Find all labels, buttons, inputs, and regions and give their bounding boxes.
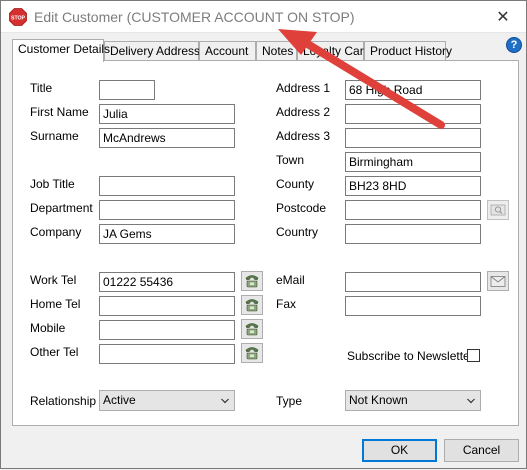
job-title-field[interactable] [99,176,235,196]
address2-label: Address 2 [276,105,331,119]
home-tel-dial-button[interactable] [241,295,263,315]
title-bar[interactable]: STOP Edit Customer (CUSTOMER ACCOUNT ON … [1,1,526,33]
first-name-label: First Name [30,105,89,119]
work-tel-label: Work Tel [30,273,77,287]
email-label: eMail [276,273,305,287]
tab-loyalty-cards[interactable]: Loyalty Cards [297,41,376,61]
tab-customer-details[interactable]: Customer Details [12,39,110,62]
chevron-down-icon [467,398,475,404]
type-label: Type [276,394,303,408]
tab-account[interactable]: Account [199,41,256,61]
county-field[interactable]: BH23 8HD [345,176,481,196]
tab-delivery-address[interactable]: Delivery Address [104,41,200,61]
first-name-field[interactable]: Julia [99,104,235,124]
postcode-lookup-button[interactable] [487,200,509,220]
town-field[interactable]: Birmingham [345,152,481,172]
chevron-down-icon [221,398,229,404]
work-tel-field[interactable]: 01222 55436 [99,272,235,292]
send-email-button[interactable] [487,271,509,291]
email-field[interactable] [345,272,481,292]
country-label: Country [276,225,319,239]
fax-label: Fax [276,297,297,311]
phone-icon [245,275,259,288]
relationship-select[interactable]: Active [99,390,235,411]
phone-icon [245,347,259,360]
title-label: Title [30,81,53,95]
title-field[interactable] [99,80,155,100]
envelope-icon [490,275,506,287]
other-tel-dial-button[interactable] [241,343,263,363]
relationship-value: Active [103,393,136,407]
mobile-dial-button[interactable] [241,319,263,339]
surname-field[interactable]: McAndrews [99,128,235,148]
address3-label: Address 3 [276,129,331,143]
address3-field[interactable] [345,128,481,148]
relationship-label: Relationship [30,394,97,408]
mobile-label: Mobile [30,321,66,335]
phone-icon [245,323,259,336]
address1-field[interactable]: 68 High Road [345,80,481,100]
job-title-label: Job Title [30,177,75,191]
town-label: Town [276,153,305,167]
mobile-field[interactable] [99,320,235,340]
ok-button[interactable]: OK [362,439,437,462]
stop-badge-text: STOP [11,15,26,21]
surname-label: Surname [30,129,79,143]
help-icon[interactable]: ? [506,37,522,53]
postcode-field[interactable] [345,200,481,220]
department-label: Department [30,201,93,215]
home-tel-label: Home Tel [30,297,81,311]
postcode-lookup-icon [490,204,506,216]
edit-customer-window: STOP Edit Customer (CUSTOMER ACCOUNT ON … [0,0,527,469]
other-tel-label: Other Tel [30,345,79,359]
tab-notes[interactable]: Notes [256,41,297,61]
address2-field[interactable] [345,104,481,124]
newsletter-label: Subscribe to Newsletter [347,349,474,363]
fax-field[interactable] [345,296,481,316]
type-value: Not Known [349,393,408,407]
tab-product-history[interactable]: Product History [364,41,452,61]
phone-icon [245,299,259,312]
window-title: Edit Customer (CUSTOMER ACCOUNT ON STOP) [34,9,355,25]
work-tel-dial-button[interactable] [241,271,263,291]
postcode-label: Postcode [276,201,327,215]
country-field[interactable] [345,224,481,244]
newsletter-checkbox[interactable] [467,349,480,362]
type-select[interactable]: Not Known [345,390,481,411]
department-field[interactable] [99,200,235,220]
stop-sign-icon: STOP [9,8,27,26]
company-label: Company [30,225,82,239]
close-button[interactable]: ✕ [480,1,526,32]
home-tel-field[interactable] [99,296,235,316]
cancel-button[interactable]: Cancel [444,439,519,462]
other-tel-field[interactable] [99,344,235,364]
address1-label: Address 1 [276,81,331,95]
company-field[interactable]: JA Gems [99,224,235,244]
county-label: County [276,177,315,191]
